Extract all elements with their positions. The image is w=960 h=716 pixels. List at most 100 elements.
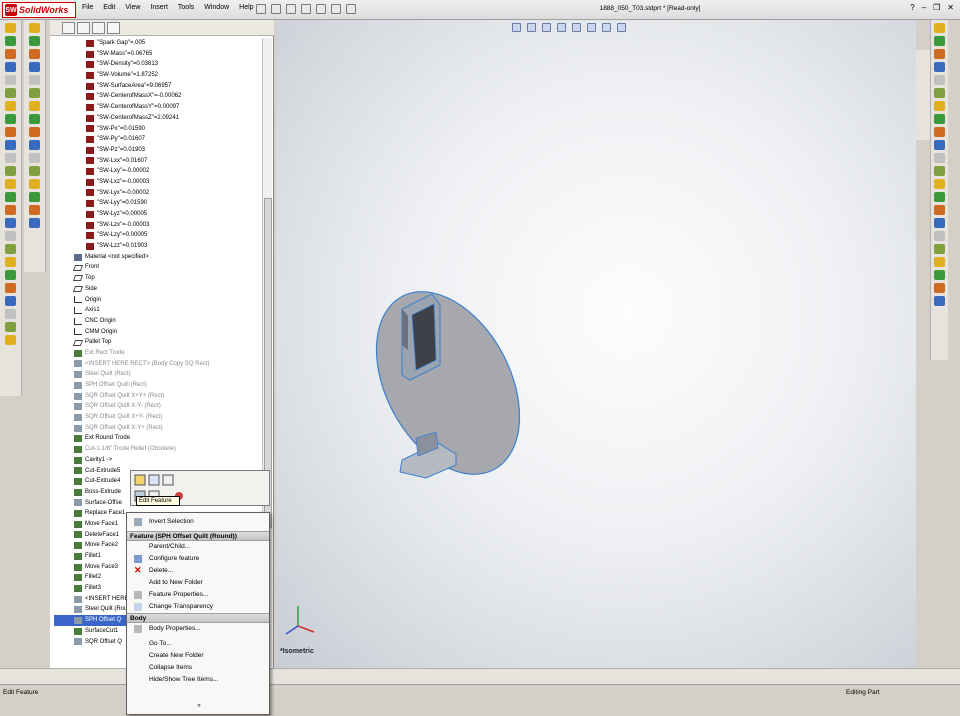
menu-edit[interactable]: Edit xyxy=(103,4,115,11)
toolbar-tool-icon[interactable] xyxy=(934,192,945,202)
tree-item[interactable]: "SW-Lyy"=0.01590 xyxy=(54,198,260,209)
tree-item[interactable]: "SW-Lxy"=-0.00002 xyxy=(54,166,260,177)
tree-item[interactable]: "SW-Lxx"=0.01607 xyxy=(54,156,260,167)
menu-item-create-new-folder[interactable]: Create New Folder xyxy=(127,650,269,662)
toolbar-tool-icon[interactable] xyxy=(29,166,40,176)
toolbar-tool-icon[interactable] xyxy=(934,205,945,215)
tree-item[interactable]: SQR Offset Quilt X-Y+ (Rect) xyxy=(54,423,260,434)
tree-item[interactable]: "SW-Lyx"=-0.00002 xyxy=(54,188,260,199)
tree-item[interactable]: Cavity1 -> xyxy=(54,455,260,466)
tab-property-manager[interactable] xyxy=(77,22,90,34)
toolbar-tool-icon[interactable] xyxy=(5,244,16,254)
toolbar-tool-icon[interactable] xyxy=(29,101,40,111)
tree-item[interactable]: "SW-CenterofMassX"=-0.00062 xyxy=(54,91,260,102)
open-icon[interactable] xyxy=(271,4,281,14)
tree-item[interactable]: Top xyxy=(54,273,260,284)
toolbar-tool-icon[interactable] xyxy=(934,75,945,85)
print-icon[interactable] xyxy=(301,4,311,14)
tree-item[interactable]: Cut-1-1/8" Trode Relief (Obsolete) xyxy=(54,444,260,455)
toolbar-tool-icon[interactable] xyxy=(934,36,945,46)
toolbar-tool-icon[interactable] xyxy=(5,49,16,59)
toolbar-tool-icon[interactable] xyxy=(29,36,40,46)
toolbar-tool-icon[interactable] xyxy=(5,36,16,46)
toolbar-tool-icon[interactable] xyxy=(5,166,16,176)
tree-item[interactable]: Pallet Top xyxy=(54,337,260,348)
tree-item[interactable]: SQR Offset Quilt X+Y+ (Rect) xyxy=(54,391,260,402)
tree-item[interactable]: Side xyxy=(54,284,260,295)
menu-insert[interactable]: Insert xyxy=(150,4,168,11)
toolbar-tool-icon[interactable] xyxy=(934,257,945,267)
tree-item[interactable]: "SW-Lxz"=-0.00003 xyxy=(54,177,260,188)
tree-item[interactable]: "Spark Gap"=.005 xyxy=(54,38,260,49)
tree-item[interactable]: CNC Origin xyxy=(54,316,260,327)
menu-tools[interactable]: Tools xyxy=(178,4,194,11)
tree-item[interactable]: SQR Offset Quilt X+Y- (Rect) xyxy=(54,412,260,423)
toolbar-tool-icon[interactable] xyxy=(29,127,40,137)
toolbar-tool-icon[interactable] xyxy=(29,179,40,189)
toolbar-tool-icon[interactable] xyxy=(29,75,40,85)
toolbar-tool-icon[interactable] xyxy=(934,23,945,33)
toolbar-tool-icon[interactable] xyxy=(934,88,945,98)
tree-item[interactable]: <INSERT HERE RECT> (Body Copy SQ Rect) xyxy=(54,359,260,370)
toolbar-tool-icon[interactable] xyxy=(29,62,40,72)
menu-item-add-to-new-folder[interactable]: Add to New Folder xyxy=(127,577,269,589)
tree-item[interactable]: SQR Offset Quilt X-Y- (Rect) xyxy=(54,401,260,412)
toolbar-tool-icon[interactable] xyxy=(934,127,945,137)
toolbar-tool-icon[interactable] xyxy=(29,88,40,98)
undo-icon[interactable] xyxy=(316,4,326,14)
toolbar-tool-icon[interactable] xyxy=(5,296,16,306)
tree-item[interactable]: Material <not specified> xyxy=(54,252,260,263)
toolbar-tool-icon[interactable] xyxy=(934,166,945,176)
toolbar-tool-icon[interactable] xyxy=(934,270,945,280)
app-logo[interactable]: SW SolidWorks xyxy=(2,2,76,18)
tree-item[interactable]: "SW-Py"=0.01607 xyxy=(54,134,260,145)
toolbar-tool-icon[interactable] xyxy=(29,49,40,59)
menu-item-configure-feature[interactable]: Configure feature xyxy=(127,553,269,565)
menu-file[interactable]: File xyxy=(82,4,93,11)
toolbar-tool-icon[interactable] xyxy=(29,140,40,150)
menu-view[interactable]: View xyxy=(125,4,140,11)
rebuild-icon[interactable] xyxy=(331,4,341,14)
toolbar-tool-icon[interactable] xyxy=(934,231,945,241)
tree-item[interactable]: SPH Offset Quilt (Rect) xyxy=(54,380,260,391)
tab-feature-tree[interactable] xyxy=(62,22,75,34)
toolbar-tool-icon[interactable] xyxy=(29,114,40,124)
toolbar-tool-icon[interactable] xyxy=(5,153,16,163)
toolbar-tool-icon[interactable] xyxy=(5,270,16,280)
toolbar-tool-icon[interactable] xyxy=(5,75,16,85)
tab-dimxpert[interactable] xyxy=(107,22,120,34)
toolbar-tool-icon[interactable] xyxy=(5,114,16,124)
tree-item[interactable]: "SW-Lyz"=0.00005 xyxy=(54,209,260,220)
expand-menu-chevron[interactable]: » xyxy=(127,703,271,709)
graphics-area[interactable]: *Isometric xyxy=(276,20,916,668)
tree-item[interactable]: Ext Rect Trode xyxy=(54,348,260,359)
new-document-icon[interactable] xyxy=(256,4,266,14)
menu-item-body-properties[interactable]: Body Properties... xyxy=(127,623,269,635)
menu-item-feature-properties[interactable]: Feature Properties... xyxy=(127,589,269,601)
model-view[interactable] xyxy=(276,20,916,668)
toolbar-tool-icon[interactable] xyxy=(934,283,945,293)
toolbar-tool-icon[interactable] xyxy=(934,218,945,228)
menu-item-collapse-items[interactable]: Collapse Items xyxy=(127,662,269,674)
toolbar-tool-icon[interactable] xyxy=(5,335,16,345)
tree-item[interactable]: "SW-Volume"=1.87252 xyxy=(54,70,260,81)
toolbar-tool-icon[interactable] xyxy=(934,62,945,72)
close-icon[interactable]: ✕ xyxy=(947,3,954,12)
menu-help[interactable]: Help xyxy=(239,4,253,11)
toolbar-tool-icon[interactable] xyxy=(934,244,945,254)
toolbar-tool-icon[interactable] xyxy=(934,49,945,59)
toolbar-tool-icon[interactable] xyxy=(5,309,16,319)
options-icon[interactable] xyxy=(346,4,356,14)
toolbar-tool-icon[interactable] xyxy=(29,153,40,163)
toolbar-tool-icon[interactable] xyxy=(29,23,40,33)
tree-item[interactable]: CMM Origin xyxy=(54,327,260,338)
tree-item[interactable]: Ext Round Trode xyxy=(54,433,260,444)
toolbar-tool-icon[interactable] xyxy=(5,179,16,189)
toolbar-tool-icon[interactable] xyxy=(5,101,16,111)
toolbar-tool-icon[interactable] xyxy=(5,88,16,98)
tree-item[interactable]: Origin xyxy=(54,295,260,306)
toolbar-tool-icon[interactable] xyxy=(5,62,16,72)
menu-item-hide-show-tree-items[interactable]: Hide/Show Tree Items... xyxy=(127,674,269,686)
menu-item-delete[interactable]: ✕ Delete... xyxy=(127,565,269,577)
toolbar-tool-icon[interactable] xyxy=(934,153,945,163)
